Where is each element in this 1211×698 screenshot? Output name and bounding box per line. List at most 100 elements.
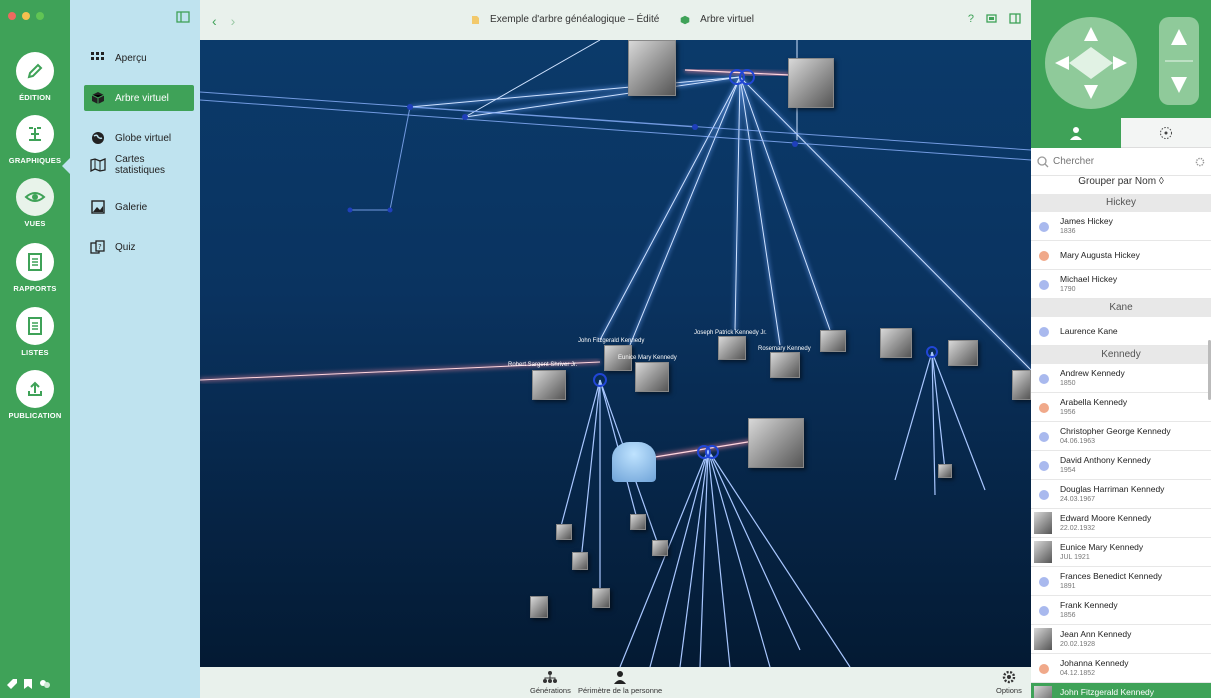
sidebar-item-cartes-statistiques[interactable]: Cartes statistiques: [84, 152, 194, 178]
rail-item-rapports[interactable]: RAPPORTS: [0, 243, 70, 293]
photo-cube-person[interactable]: [820, 330, 846, 352]
female-marker-icon: [1039, 664, 1049, 674]
rail-item-edition[interactable]: ÉDITION: [0, 52, 70, 102]
document-icon: [472, 15, 480, 24]
sidebar-item-globe-virtuel[interactable]: Globe virtuel: [84, 125, 194, 151]
photo-cube-father[interactable]: [628, 40, 676, 96]
photo-cube-person[interactable]: [572, 552, 588, 570]
sidebar-item-apercu[interactable]: Aperçu: [84, 45, 194, 71]
person-dates: 04.06.1963: [1060, 438, 1096, 445]
options-button[interactable]: Options: [996, 670, 1022, 695]
window-mode-icon[interactable]: [986, 13, 997, 24]
zoom-window-button[interactable]: [36, 12, 44, 20]
photo-cube-mother[interactable]: [788, 58, 834, 108]
rail-item-publication[interactable]: PUBLICATION: [0, 370, 70, 420]
close-window-button[interactable]: [8, 12, 16, 20]
person-name: Laurence Kane: [1060, 326, 1118, 336]
photo-cube-person[interactable]: [630, 514, 646, 530]
male-marker-icon: [1039, 222, 1049, 232]
person-row[interactable]: Eunice Mary Kennedy JUL 1921: [1031, 538, 1211, 567]
person-row[interactable]: Edward Moore Kennedy 22.02.1932: [1031, 509, 1211, 538]
rail-item-listes[interactable]: LISTES: [0, 307, 70, 357]
person-name: Douglas Harriman Kennedy: [1060, 484, 1165, 494]
group-icon[interactable]: [38, 678, 52, 690]
tab-settings[interactable]: [1121, 118, 1211, 148]
photo-cube-person[interactable]: [532, 370, 566, 400]
group-by-selector[interactable]: Grouper par Nom ◊: [1031, 176, 1211, 194]
rail-label-graphiques: GRAPHIQUES: [8, 156, 62, 165]
person-row[interactable]: Christopher George Kennedy 04.06.1963: [1031, 422, 1211, 451]
photo-cube-couple[interactable]: [748, 418, 804, 468]
person-row[interactable]: Douglas Harriman Kennedy 24.03.1967: [1031, 480, 1211, 509]
direction-pad[interactable]: [1045, 17, 1137, 109]
person-name: John Fitzgerald Kennedy: [1060, 687, 1155, 697]
minimize-window-button[interactable]: [22, 12, 30, 20]
person-row[interactable]: Laurence Kane: [1031, 317, 1211, 346]
rail-label-vues: VUES: [24, 219, 46, 228]
bookmark-icon[interactable]: [23, 678, 33, 690]
tab-persons[interactable]: [1031, 118, 1121, 148]
person-row[interactable]: Frank Kennedy 1856: [1031, 596, 1211, 625]
male-marker-icon: [1039, 577, 1049, 587]
person-row[interactable]: Jean Ann Kennedy 20.02.1928: [1031, 625, 1211, 654]
sidebar-item-arbre-virtuel[interactable]: Arbre virtuel: [84, 85, 194, 111]
person-dates: 1956: [1060, 409, 1076, 416]
gear-icon[interactable]: [1195, 157, 1205, 167]
rail-item-vues[interactable]: VUES: [0, 178, 70, 228]
sidebar-item-galerie[interactable]: Galerie: [84, 194, 194, 220]
person-row[interactable]: David Anthony Kennedy 1954: [1031, 451, 1211, 480]
sidebar-label-arbre-virtuel: Arbre virtuel: [115, 92, 169, 104]
virtual-tree-3d-view[interactable]: John Fitzgerald Kennedy Eunice Mary Kenn…: [200, 40, 1031, 667]
person-name: David Anthony Kennedy: [1060, 455, 1151, 465]
photo-cube-person[interactable]: [718, 336, 746, 360]
split-view-icon[interactable]: [1009, 13, 1021, 24]
photo-cube-person[interactable]: [770, 352, 800, 378]
female-marker-icon: [1039, 403, 1049, 413]
rail-label-listes: LISTES: [21, 348, 49, 357]
pencil-icon: [27, 63, 43, 79]
svg-text:?: ?: [98, 243, 102, 251]
rail-label-publication: PUBLICATION: [8, 411, 62, 420]
person-row[interactable]: Frances Benedict Kennedy 1891: [1031, 567, 1211, 596]
window-controls: [8, 12, 44, 20]
person-perimeter-button[interactable]: Périmètre de la personne: [578, 670, 662, 695]
person-dates: 1891: [1060, 583, 1076, 590]
photo-cube-person[interactable]: [556, 524, 572, 540]
photo-cube-person[interactable]: [592, 588, 610, 608]
window-title-area: Exemple d'arbre généalogique – Édité Arb…: [200, 14, 1031, 28]
rail-bottom-tools: [6, 678, 52, 690]
person-dates: 22.02.1932: [1060, 525, 1096, 532]
person-row[interactable]: Johanna Kennedy 04.12.1852: [1031, 654, 1211, 683]
person-row[interactable]: James Hickey 1836: [1031, 212, 1211, 241]
sidebar-label-quiz: Quiz: [115, 241, 136, 253]
photo-cube-person[interactable]: [1012, 370, 1031, 400]
help-icon[interactable]: ?: [968, 13, 974, 25]
title-bar: ‹ › Exemple d'arbre généalogique – Édité…: [200, 0, 1031, 40]
sidebar-label-cartes-statistiques: Cartes statistiques: [115, 154, 166, 176]
person-dates: 1836: [1060, 228, 1076, 235]
generations-button[interactable]: Générations: [530, 670, 571, 695]
photo-cube-person[interactable]: [530, 596, 548, 618]
photo-cube-person[interactable]: [938, 464, 952, 478]
person-row[interactable]: Mary Augusta Hickey: [1031, 241, 1211, 270]
search-input[interactable]: [1053, 156, 1195, 167]
sidebar-item-quiz[interactable]: ? Quiz: [84, 234, 194, 260]
photo-cube-person[interactable]: [948, 340, 978, 366]
photo-cube-person[interactable]: [652, 540, 668, 556]
person-row[interactable]: John Fitzgerald Kennedy29.05.1917: [1031, 683, 1211, 698]
male-marker-icon: [1039, 280, 1049, 290]
person-row[interactable]: Michael Hickey 1790: [1031, 270, 1211, 299]
toggle-sidebar-icon[interactable]: [176, 11, 190, 23]
photo-cube-person[interactable]: [635, 362, 669, 392]
tag-icon[interactable]: [6, 678, 18, 690]
placeholder-bust[interactable]: [612, 442, 656, 482]
rail-item-graphiques[interactable]: GRAPHIQUES: [0, 115, 70, 165]
person-icon: [614, 671, 627, 684]
cube-icon: [91, 92, 105, 104]
person-dates: 04.12.1852: [1060, 670, 1096, 677]
person-row[interactable]: Andrew Kennedy 1850: [1031, 364, 1211, 393]
photo-cube-person[interactable]: [880, 328, 912, 358]
person-row[interactable]: Arabella Kennedy 1956: [1031, 393, 1211, 422]
sidebar-label-galerie: Galerie: [115, 201, 148, 213]
elevation-control[interactable]: [1159, 17, 1199, 105]
